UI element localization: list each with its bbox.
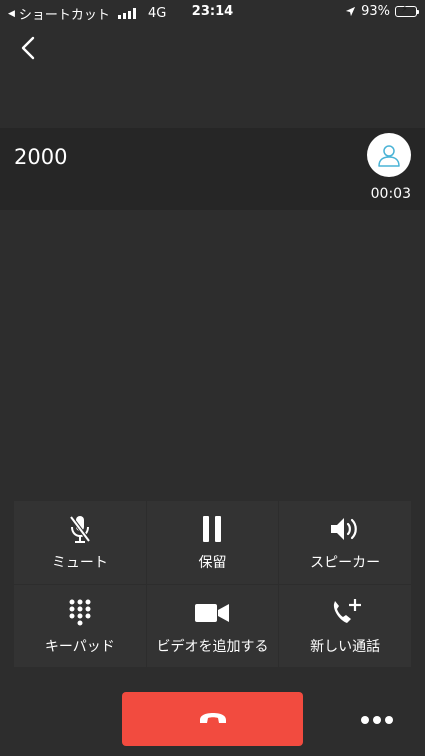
battery-percent: 93%	[361, 4, 390, 19]
back-button[interactable]	[14, 34, 42, 62]
battery-icon: ⚡	[395, 4, 419, 17]
new-call-button[interactable]: 新しい通話	[279, 584, 411, 667]
video-camera-icon	[195, 603, 230, 622]
location-icon	[346, 6, 356, 17]
hangup-button[interactable]	[122, 692, 303, 746]
keypad-icon	[69, 599, 91, 626]
phone-hangup-icon	[199, 713, 226, 723]
caller-panel: 2000 00:03	[0, 128, 425, 210]
pause-icon	[203, 516, 222, 543]
avatar	[367, 133, 411, 177]
more-button[interactable]	[352, 705, 402, 735]
add-video-label: ビデオを追加する	[156, 638, 269, 655]
speaker-button[interactable]: スピーカー	[279, 501, 411, 584]
keypad-button[interactable]: キーパッド	[14, 584, 146, 667]
hold-button[interactable]: 保留	[146, 501, 279, 584]
keypad-label: キーパッド	[44, 638, 115, 655]
new-call-label: 新しい通話	[310, 638, 381, 655]
caller-number: 2000	[14, 145, 68, 169]
microphone-off-icon	[69, 516, 91, 544]
phone-plus-icon	[334, 598, 362, 623]
more-dots-icon	[361, 716, 393, 724]
speaker-icon	[331, 518, 358, 541]
hold-label: 保留	[198, 555, 227, 572]
call-controls: ミュート 保留 スピーカー キーパッド ビデオを追加する 新しい通話	[14, 501, 411, 667]
status-bar: ◀ ショートカット 4G 23:14 93% ⚡	[0, 0, 425, 24]
user-icon	[378, 145, 400, 167]
call-duration: 00:03	[370, 186, 411, 202]
add-video-button[interactable]: ビデオを追加する	[146, 584, 279, 667]
mute-label: ミュート	[51, 555, 108, 572]
status-right: 93% ⚡	[345, 4, 419, 19]
speaker-label: スピーカー	[310, 555, 381, 572]
chevron-left-icon	[21, 36, 35, 60]
call-screen: ◀ ショートカット 4G 23:14 93% ⚡ 2000 00:03 ミュート…	[0, 0, 425, 756]
mute-button[interactable]: ミュート	[14, 501, 146, 584]
